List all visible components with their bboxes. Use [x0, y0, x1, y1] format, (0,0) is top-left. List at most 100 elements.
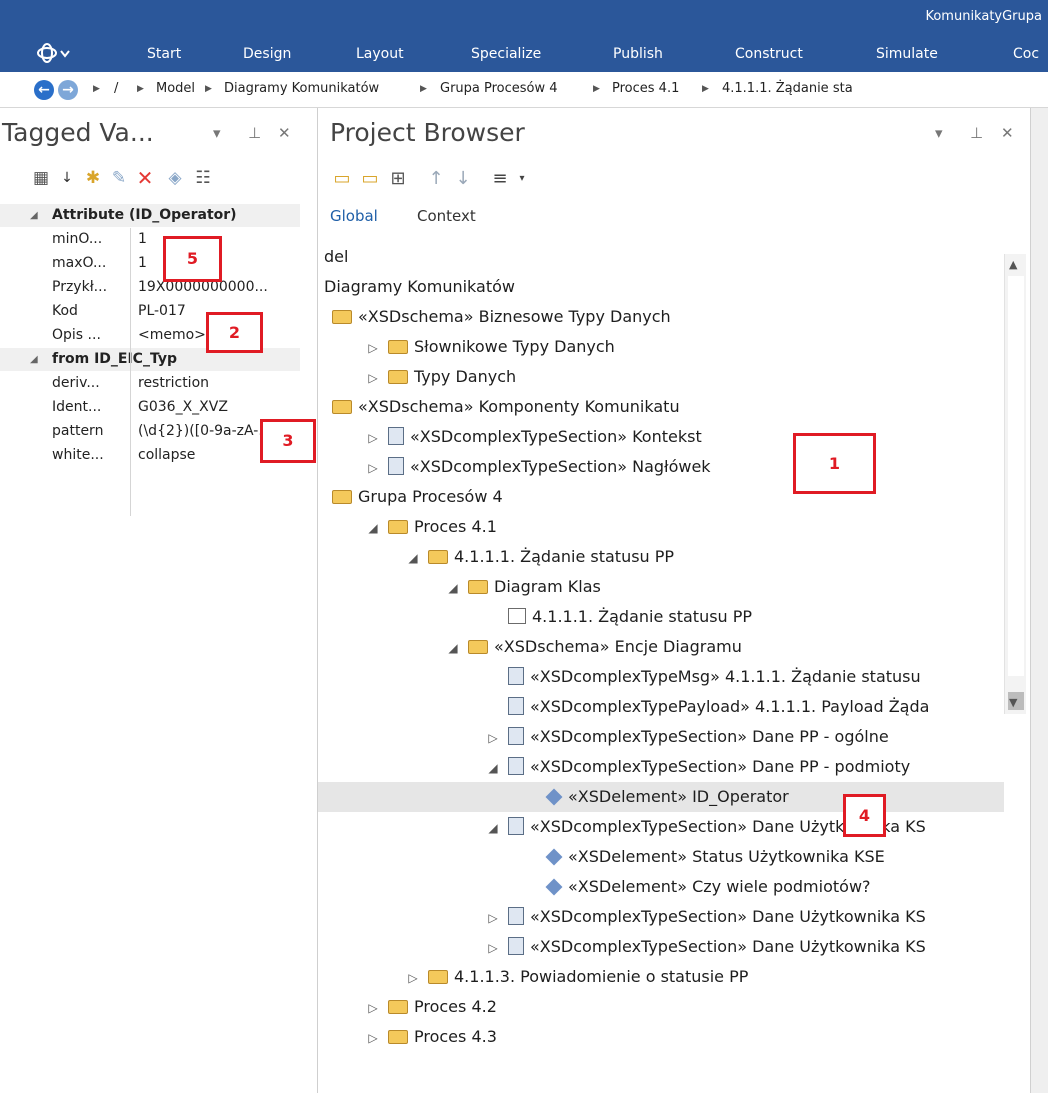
scroll-down-icon[interactable]: ▼ [1009, 696, 1017, 709]
tree-item[interactable]: ◢ 4.1.1.1. Żądanie statusu PP [318, 542, 674, 572]
tree-item[interactable]: ◢ «XSDschema» Encje Diagramu [318, 632, 742, 662]
delete-icon[interactable]: ✕ [134, 167, 156, 189]
tree-item[interactable]: 4.1.1.1. Żądanie statusu PP [318, 602, 752, 632]
tab-simulate[interactable]: Simulate [876, 36, 938, 72]
diagram-icon [508, 608, 526, 624]
tab-layout[interactable]: Layout [356, 36, 404, 72]
expand-icon[interactable]: ▷ [364, 453, 382, 483]
collapse-icon[interactable]: ◢ [484, 813, 502, 843]
tab-specialize[interactable]: Specialize [471, 36, 541, 72]
tree-item[interactable]: ▷ Proces 4.2 [318, 992, 497, 1022]
tagged-value-row[interactable]: Przykł... 19X0000000000... [0, 276, 300, 299]
back-icon[interactable]: ← [34, 80, 54, 100]
breadcrumb-item[interactable]: Diagramy Komunikatów [224, 81, 379, 96]
collapse-icon[interactable]: ◢ [484, 753, 502, 783]
breadcrumb-item[interactable]: Grupa Procesów 4 [440, 81, 558, 96]
vertical-scrollbar[interactable]: ▲ ▼ [1004, 254, 1026, 714]
sort-alpha-icon[interactable]: ↓ [56, 167, 78, 189]
tab-start[interactable]: Start [147, 36, 181, 72]
pin-icon[interactable]: ⊥ [248, 124, 261, 142]
expand-icon[interactable]: ▷ [364, 333, 382, 363]
tab-publish[interactable]: Publish [613, 36, 663, 72]
dropdown-arrow-icon[interactable]: ▾ [510, 167, 534, 191]
tree-item[interactable]: Grupa Procesów 4 [318, 482, 503, 512]
new-diagram-icon[interactable]: ⊞ [386, 167, 410, 191]
collapse-icon[interactable]: ◢ [404, 543, 422, 573]
tab-code[interactable]: Coc [1013, 36, 1039, 72]
tab-context[interactable]: Context [417, 207, 476, 225]
expand-icon[interactable]: ▷ [364, 993, 382, 1023]
collapse-icon[interactable]: ◢ [30, 348, 38, 371]
edit-icon[interactable]: ✎ [108, 167, 130, 189]
tree-item[interactable]: ▷ Słownikowe Typy Danych [318, 332, 614, 363]
move-down-icon[interactable]: ↓ [451, 167, 475, 191]
tagged-value-row[interactable]: minO... 1 [0, 228, 300, 251]
breadcrumb-item[interactable]: Model [156, 81, 195, 96]
tab-construct[interactable]: Construct [735, 36, 803, 72]
expand-icon[interactable]: ▷ [484, 723, 502, 753]
breadcrumb-root[interactable]: / [114, 81, 118, 96]
tree-item[interactable]: «XSDelement» Czy wiele podmiotów? [318, 872, 871, 902]
panel-menu-icon[interactable]: ▾ [213, 124, 221, 142]
scroll-track[interactable] [1008, 276, 1024, 676]
collapse-icon[interactable]: ◢ [364, 513, 382, 543]
tree-item[interactable]: «XSDcomplexTypePayload» 4.1.1.1. Payload… [318, 692, 929, 722]
tree-item[interactable]: «XSDelement» ID_Operator [318, 782, 1004, 812]
tree-item[interactable]: ▷ 4.1.1.3. Powiadomienie o statusie PP [318, 962, 748, 992]
scroll-up-icon[interactable]: ▲ [1009, 258, 1017, 271]
close-icon[interactable]: ✕ [278, 124, 291, 142]
tree-item[interactable]: «XSDcomplexTypeMsg» 4.1.1.1. Żądanie sta… [318, 662, 921, 692]
expand-icon[interactable]: ▷ [364, 1023, 382, 1053]
collapse-icon[interactable]: ◢ [30, 204, 38, 227]
new-tag-icon[interactable]: ✱ [82, 167, 104, 189]
menu-icon[interactable]: ≡ [488, 167, 512, 191]
forward-icon[interactable]: → [58, 80, 78, 100]
tree-item[interactable]: ◢ «XSDcomplexTypeSection» Dane Użytkownik… [318, 812, 926, 842]
tree-item[interactable]: del [318, 242, 348, 272]
expand-icon[interactable]: ▷ [484, 903, 502, 933]
expand-icon[interactable]: ▷ [484, 933, 502, 963]
tree-item[interactable]: Diagramy Komunikatów [318, 272, 515, 302]
tagged-value-row[interactable]: deriv... restriction [0, 372, 300, 395]
tree-item[interactable]: «XSDschema» Komponenty Komunikatu [318, 392, 680, 422]
app-menu-button[interactable] [36, 39, 96, 69]
tree-item[interactable]: ◢ Diagram Klas [318, 572, 600, 603]
tree-item[interactable]: «XSDelement» Status Użytkownika KSE [318, 842, 885, 872]
tree-item[interactable]: ▷ «XSDcomplexTypeSection» Nagłówek [318, 452, 711, 482]
new-package-icon[interactable]: ▭ [330, 167, 354, 191]
collapse-icon[interactable]: ◢ [444, 633, 462, 663]
column-divider[interactable] [130, 228, 131, 516]
tab-global[interactable]: Global [330, 207, 378, 225]
tree-item[interactable]: ▷ Proces 4.3 [318, 1022, 497, 1052]
tree-item[interactable]: ◢ Proces 4.1 [318, 512, 497, 542]
tagged-value-row[interactable]: white... collapse [0, 444, 300, 467]
tab-design[interactable]: Design [243, 36, 291, 72]
tree-item[interactable]: ▷ «XSDcomplexTypeSection» Dane Użytkownik… [318, 932, 926, 962]
tagged-value-row[interactable]: maxO... 1 [0, 252, 300, 275]
expand-icon[interactable]: ▷ [404, 963, 422, 993]
category-row[interactable]: ◢ Attribute (ID_Operator) [0, 204, 300, 227]
pin-icon[interactable]: ⊥ [970, 124, 983, 142]
tag-value[interactable]: G036_X_XVZ [138, 396, 298, 419]
tree-item[interactable]: ▷ «XSDcomplexTypeSection» Dane PP - ogóln… [318, 722, 889, 752]
tree-item[interactable]: ▷ Typy Danych [318, 362, 516, 392]
collapse-icon[interactable]: ◢ [444, 573, 462, 603]
new-folder-icon[interactable]: ▭ [358, 167, 382, 191]
tagged-value-row[interactable]: Ident... G036_X_XVZ [0, 396, 300, 419]
move-up-icon[interactable]: ↑ [424, 167, 448, 191]
tree-item[interactable]: «XSDschema» Biznesowe Typy Danych [318, 302, 671, 332]
categorize-icon[interactable]: ▦ [30, 167, 52, 189]
tree-item[interactable]: ▷ «XSDcomplexTypeSection» Dane Użytkownik… [318, 902, 926, 932]
close-icon[interactable]: ✕ [1001, 124, 1014, 142]
tag-value[interactable]: restriction [138, 372, 298, 395]
tagged-value-row[interactable]: pattern (\d{2})([0-9a-zA-... [0, 420, 300, 443]
filter-icon[interactable]: ☷ [192, 167, 214, 189]
tree-item[interactable]: ▷ «XSDcomplexTypeSection» Kontekst [318, 422, 702, 452]
expand-icon[interactable]: ▷ [364, 423, 382, 453]
panel-menu-icon[interactable]: ▾ [935, 124, 943, 142]
breadcrumb-item[interactable]: Proces 4.1 [612, 81, 679, 96]
tag-icon[interactable]: ◈ [164, 167, 186, 189]
expand-icon[interactable]: ▷ [364, 363, 382, 393]
tree-item[interactable]: ◢ «XSDcomplexTypeSection» Dane PP - podmi… [318, 752, 910, 782]
breadcrumb-item[interactable]: 4.1.1.1. Żądanie sta [722, 81, 853, 96]
